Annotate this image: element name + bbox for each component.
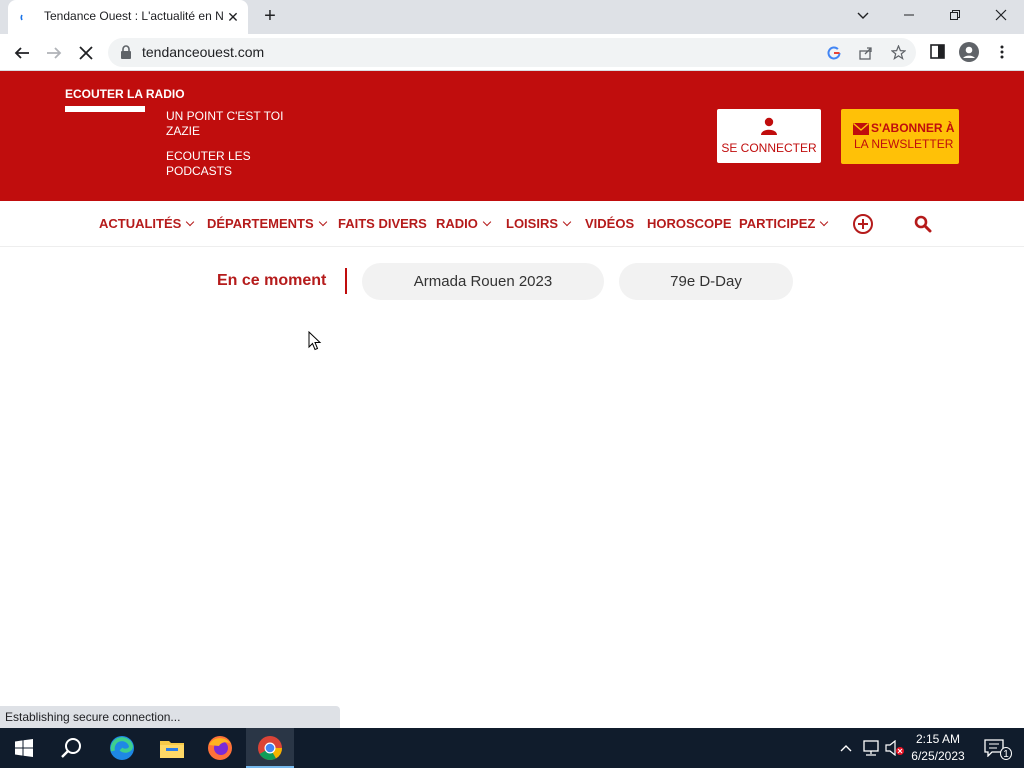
chevron-down-icon	[820, 217, 829, 227]
user-icon	[761, 117, 777, 135]
podcasts-link[interactable]: ECOUTER LES PODCASTS	[166, 149, 276, 179]
login-button[interactable]: SE CONNECTER	[717, 109, 821, 163]
new-tab-button[interactable]: +	[258, 5, 282, 29]
profile-avatar-icon[interactable]	[958, 41, 980, 63]
chevron-down-icon	[318, 217, 327, 227]
nav-item-participez[interactable]: PARTICIPEZ	[739, 216, 829, 231]
tab-search-icon[interactable]	[840, 0, 886, 30]
windows-start-icon[interactable]	[0, 728, 48, 768]
windows-taskbar: 2:15 AM 6/25/2023 1	[0, 728, 1024, 768]
trending-pill-armada[interactable]: Armada Rouen 2023	[362, 263, 604, 300]
share-icon[interactable]	[856, 43, 876, 63]
plus-circle-icon[interactable]	[853, 214, 873, 234]
loading-favicon-icon	[20, 14, 23, 21]
side-panel-icon[interactable]	[926, 41, 948, 63]
clock-time[interactable]: 2:15 AM	[908, 732, 968, 746]
nav-item-loisirs[interactable]: LOISIRS	[506, 216, 572, 231]
notification-count: 1	[1000, 747, 1012, 760]
search-icon-taskbar[interactable]	[48, 728, 96, 768]
chevron-down-icon	[186, 217, 195, 227]
main-navigation: ACTUALITÉS DÉPARTEMENTS FAITS DIVERS RAD…	[0, 201, 1024, 247]
tab-close-icon[interactable]: ✕	[224, 8, 242, 26]
envelope-icon	[853, 123, 869, 135]
nav-item-label: VIDÉOS	[585, 216, 635, 231]
listen-radio-link[interactable]: ECOUTER LA RADIO	[65, 87, 185, 101]
tray-chevron-up-icon[interactable]	[836, 728, 856, 768]
nav-item-videos[interactable]: VIDÉOS	[585, 216, 634, 231]
newsletter-label-line1: S'ABONNER À	[871, 121, 955, 135]
bookmark-star-icon[interactable]	[888, 43, 908, 63]
forward-button[interactable]	[41, 40, 67, 66]
firefox-icon[interactable]	[196, 728, 244, 768]
chrome-icon[interactable]	[246, 728, 294, 768]
nav-item-departements[interactable]: DÉPARTEMENTS	[207, 216, 327, 231]
browser-tab[interactable]: Tendance Ouest : L'actualité en N ✕	[8, 0, 248, 34]
notifications-icon[interactable]: 1	[976, 728, 1024, 768]
nav-item-radio[interactable]: RADIO	[436, 216, 492, 231]
address-bar[interactable]: tendanceouest.com	[108, 38, 916, 67]
nav-item-label: PARTICIPEZ	[739, 216, 816, 231]
newsletter-label-line2: LA NEWSLETTER	[854, 137, 954, 151]
nav-item-label: DÉPARTEMENTS	[207, 216, 314, 231]
volume-muted-icon[interactable]	[884, 728, 906, 768]
browser-tab-strip: Tendance Ouest : L'actualité en N ✕ +	[0, 0, 1024, 34]
minimize-button[interactable]	[886, 0, 932, 30]
lock-icon[interactable]	[120, 45, 132, 59]
chevron-down-icon	[482, 217, 492, 227]
file-explorer-icon[interactable]	[148, 728, 196, 768]
clock-date[interactable]: 6/25/2023	[908, 749, 968, 763]
search-icon[interactable]	[914, 215, 932, 233]
mouse-cursor-icon	[308, 331, 322, 351]
nav-item-label: LOISIRS	[506, 216, 559, 231]
nav-item-label: HOROSCOPE	[647, 216, 732, 231]
network-icon[interactable]	[860, 728, 882, 768]
browser-menu-icon[interactable]	[991, 41, 1013, 63]
login-button-label: SE CONNECTER	[721, 141, 817, 155]
stop-loading-button[interactable]	[73, 40, 99, 66]
nav-item-horoscope[interactable]: HOROSCOPE	[647, 216, 732, 231]
radio-now-playing-link[interactable]: UN POINT C'EST TOI ZAZIE	[166, 109, 286, 139]
browser-toolbar: tendanceouest.com	[0, 34, 1024, 71]
trending-divider	[345, 268, 347, 294]
trending-label: En ce moment	[217, 272, 327, 289]
newsletter-subscribe-button[interactable]: S'ABONNER À LA NEWSLETTER	[841, 109, 959, 164]
nav-item-label: ACTUALITÉS	[99, 216, 182, 231]
nav-item-actualites[interactable]: ACTUALITÉS	[99, 216, 195, 231]
nav-item-label: RADIO	[436, 216, 478, 231]
close-window-button[interactable]	[978, 0, 1024, 30]
tab-title: Tendance Ouest : L'actualité en N	[44, 9, 224, 23]
chevron-down-icon	[562, 217, 572, 227]
url-text[interactable]: tendanceouest.com	[142, 44, 264, 60]
trending-pill-dday[interactable]: 79e D-Day	[619, 263, 793, 300]
nav-item-faits-divers[interactable]: FAITS DIVERS	[338, 216, 427, 231]
google-lens-icon[interactable]	[824, 43, 844, 63]
edge-browser-icon[interactable]	[98, 728, 146, 768]
browser-status-bar: Establishing secure connection...	[0, 706, 340, 728]
nav-item-label: FAITS DIVERS	[338, 216, 427, 231]
back-button[interactable]	[9, 40, 35, 66]
site-header: ECOUTER LA RADIO UN POINT C'EST TOI ZAZI…	[0, 71, 1024, 201]
radio-title-underline	[65, 106, 145, 112]
restore-button[interactable]	[932, 0, 978, 30]
